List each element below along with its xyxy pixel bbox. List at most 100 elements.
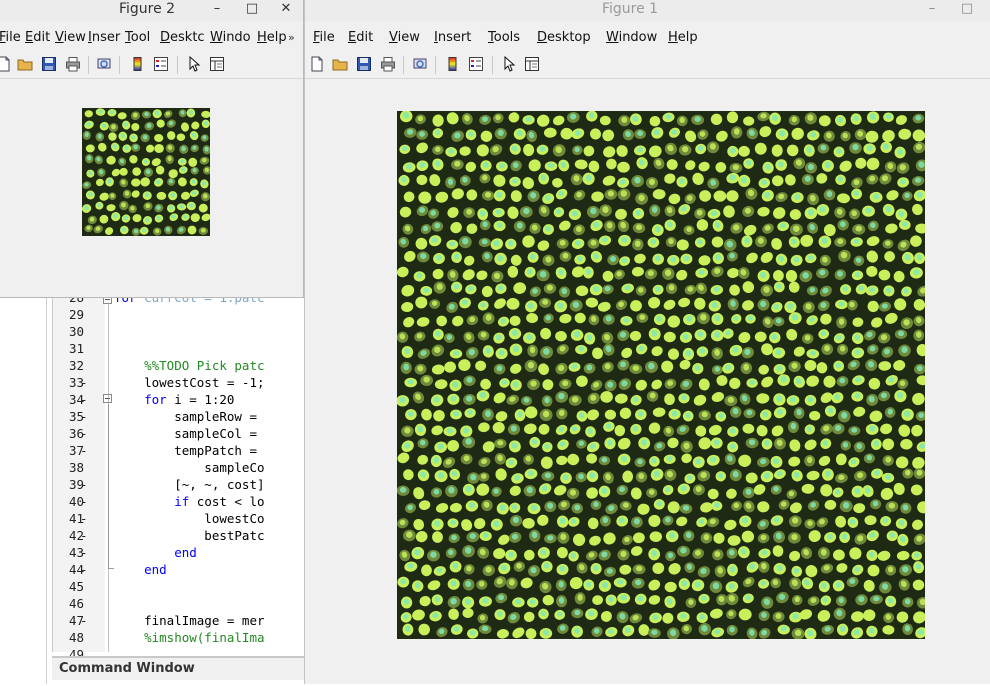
breakpoint-dash[interactable]: - [80, 374, 88, 391]
breakpoint-dash[interactable]: - [80, 391, 88, 408]
menu-edit[interactable]: Edit [348, 30, 373, 45]
code-line[interactable]: 43- end [52, 544, 304, 561]
code-line[interactable]: 34- for i = 1:20 [52, 391, 304, 408]
colorbar-icon[interactable] [130, 56, 146, 72]
figure-2-window[interactable]: Figure 2 – □ ✕ File Edit View Inser Tool… [0, 0, 304, 298]
figure-1-title: Figure 1 [601, 1, 659, 17]
command-window-title: Command Window [59, 661, 195, 676]
code-line[interactable]: 47- finalImage = mer [52, 612, 304, 629]
print-icon[interactable] [65, 56, 81, 72]
code-line[interactable]: 37- tempPatch = [52, 442, 304, 459]
breakpoint-dash[interactable]: - [80, 476, 88, 493]
menu-edit[interactable]: Edit [25, 30, 50, 45]
toolbar-separator [177, 56, 178, 74]
breakpoint-dash[interactable]: - [80, 425, 88, 442]
toolbar-separator [492, 56, 493, 74]
line-number: 32 [68, 358, 84, 373]
open-folder-icon[interactable] [17, 56, 33, 72]
figure-2-titlebar[interactable]: Figure 2 – □ ✕ [0, 0, 303, 21]
figure-1-window[interactable]: Figure 1 – □ File Edit View Insert Tools… [304, 0, 990, 684]
breakpoint-dash[interactable]: - [80, 527, 88, 544]
menu-desktop[interactable]: Desktop [537, 30, 591, 45]
command-window-body[interactable] [52, 680, 304, 686]
code-line[interactable]: 42- bestPatc [52, 527, 304, 544]
property-editor-icon[interactable] [209, 56, 225, 72]
menu-overflow-icon[interactable]: » [288, 31, 295, 44]
fold-guide [108, 304, 109, 652]
menu-view[interactable]: View [389, 30, 420, 45]
code-line[interactable]: 31 [52, 340, 304, 357]
figure-2-menubar: File Edit View Inser Tool Desktc Windo H… [0, 28, 303, 50]
menu-help[interactable]: Help [257, 30, 287, 45]
print-preview-icon[interactable] [96, 56, 112, 72]
code-line[interactable]: 38 sampleCo [52, 459, 304, 476]
pointer-icon[interactable] [186, 56, 202, 72]
breakpoint-dash[interactable]: - [80, 442, 88, 459]
code-line[interactable]: 32 %%TODO Pick patc [52, 357, 304, 374]
code-text: end [144, 562, 167, 577]
legend-icon[interactable] [468, 56, 484, 72]
maximize-button[interactable]: □ [958, 0, 976, 20]
command-window[interactable]: Command Window [52, 656, 304, 686]
pointer-icon[interactable] [501, 56, 517, 72]
menu-desktop[interactable]: Desktc [160, 30, 205, 45]
new-file-icon[interactable] [309, 56, 325, 72]
property-editor-icon[interactable] [524, 56, 540, 72]
line-number: 46 [68, 596, 84, 611]
breakpoint-dash[interactable]: - [80, 612, 88, 629]
menu-tools[interactable]: Tools [488, 30, 520, 45]
figure-2-texture-image [82, 108, 210, 236]
line-number: 45 [68, 579, 84, 594]
code-text: lowestCo [114, 511, 265, 526]
menu-tools[interactable]: Tool [125, 30, 150, 45]
menu-insert[interactable]: Insert [434, 30, 471, 45]
breakpoint-dash[interactable]: - [80, 408, 88, 425]
figure-1-titlebar[interactable]: Figure 1 – □ [305, 0, 990, 21]
menu-file[interactable]: File [0, 30, 21, 45]
toolbar-separator [403, 56, 404, 74]
print-preview-icon[interactable] [412, 56, 428, 72]
code-line[interactable]: 29 [52, 306, 304, 323]
figure-2-image-axes[interactable] [82, 108, 210, 236]
figure-1-toolbar [305, 52, 990, 79]
figure-1-image-axes[interactable] [397, 111, 925, 639]
breakpoint-dash[interactable]: - [80, 510, 88, 527]
save-icon[interactable] [356, 56, 372, 72]
menu-view[interactable]: View [55, 30, 86, 45]
menu-help[interactable]: Help [668, 30, 698, 45]
minimize-button[interactable]: – [208, 0, 226, 20]
maximize-button[interactable]: □ [243, 0, 261, 20]
menu-window[interactable]: Windo [210, 30, 251, 45]
code-line[interactable]: 39- [~, ~, cost] [52, 476, 304, 493]
breakpoint-dash[interactable]: - [80, 544, 88, 561]
code-text: sampleRow = [114, 409, 257, 424]
code-line[interactable]: 40- if cost < lo [52, 493, 304, 510]
code-line[interactable]: 48 %imshow(finalIma [52, 629, 304, 646]
code-text: %imshow(finalIma [114, 630, 265, 645]
minimize-button[interactable]: – [923, 0, 941, 20]
new-file-icon[interactable] [0, 56, 12, 72]
legend-icon[interactable] [153, 56, 169, 72]
code-line[interactable]: 33- lowestCost = -1; [52, 374, 304, 391]
code-line[interactable]: 44- end [52, 561, 304, 578]
code-line[interactable]: 30 [52, 323, 304, 340]
code-text: bestPatc [114, 528, 265, 543]
breakpoint-dash[interactable]: - [80, 493, 88, 510]
menu-file[interactable]: File [313, 30, 335, 45]
code-text: if cost < lo [174, 494, 265, 509]
colorbar-icon[interactable] [445, 56, 461, 72]
code-line[interactable]: 35- sampleRow = [52, 408, 304, 425]
menu-insert[interactable]: Inser [88, 30, 120, 45]
code-line[interactable]: 46 [52, 595, 304, 612]
code-line[interactable]: 41- lowestCo [52, 510, 304, 527]
print-icon[interactable] [380, 56, 396, 72]
code-text: [~, ~, cost] [114, 477, 265, 492]
open-folder-icon[interactable] [332, 56, 348, 72]
breakpoint-dash[interactable]: - [80, 561, 88, 578]
code-line[interactable]: 45 [52, 578, 304, 595]
menu-window[interactable]: Window [606, 30, 657, 45]
save-icon[interactable] [41, 56, 57, 72]
code-text: finalImage = mer [114, 613, 265, 628]
code-line[interactable]: 36- sampleCol = [52, 425, 304, 442]
line-number: 30 [68, 324, 84, 339]
